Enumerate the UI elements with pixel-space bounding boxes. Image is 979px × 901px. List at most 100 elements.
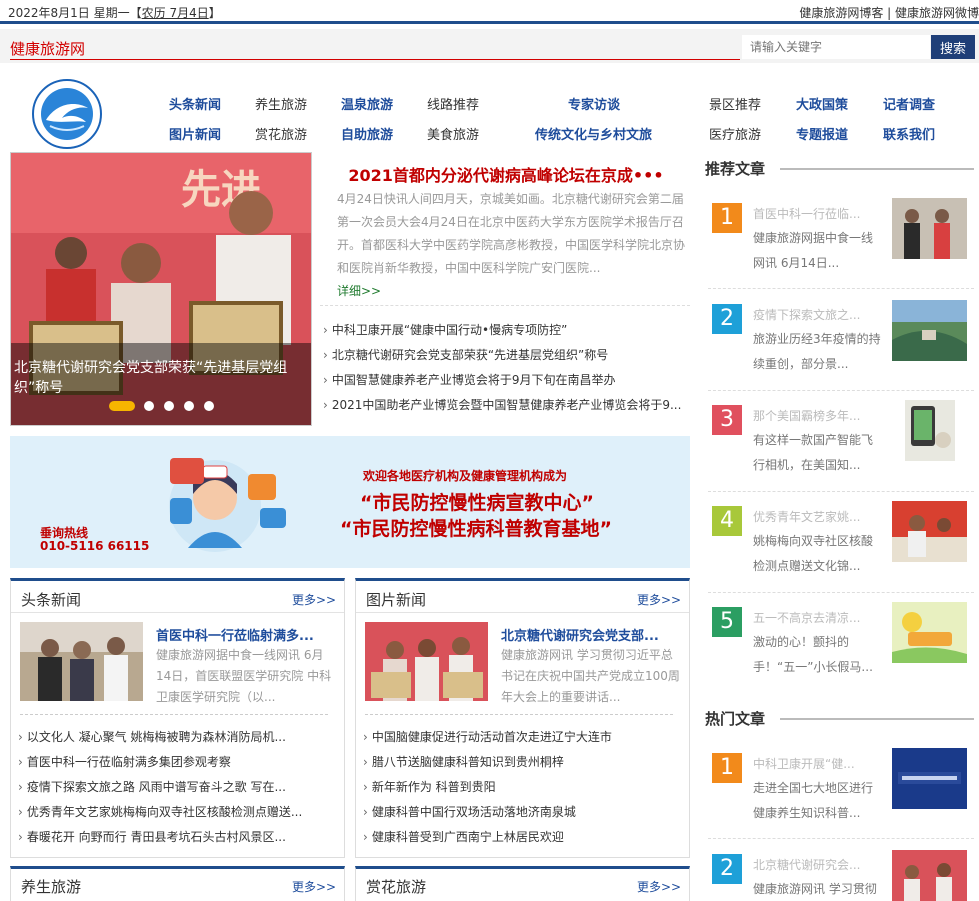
side-thumbnail[interactable] [892, 748, 967, 809]
rank-badge: 2 [712, 854, 742, 884]
list-item[interactable]: › 以文化人 凝心聚气 姚梅梅被聘为森林消防局机... [18, 728, 318, 745]
more-link[interactable]: 更多>> [637, 591, 681, 608]
arrow-icon: › [363, 730, 368, 744]
nav-zizhu[interactable]: 自助旅游 [341, 124, 393, 143]
sidebar-heading-hot: 热门文章 [705, 710, 766, 728]
side-thumbnail[interactable] [905, 400, 955, 461]
slider-dot[interactable] [184, 401, 194, 411]
divider [365, 714, 673, 715]
side-desc: 有这样一款国产智能飞行相机，在美国知... [753, 433, 874, 472]
search-button[interactable]: 搜索 [931, 35, 975, 59]
headline-title[interactable]: 2021首都内分泌代谢病高峰论坛在京成••• [323, 162, 689, 186]
arrow-icon: › [363, 805, 368, 819]
list-item[interactable]: › 健康科普中国行双场活动落地济南泉城 [363, 803, 673, 820]
list-item[interactable]: › 健康科普受到广西南宁上林居民欢迎 [363, 828, 673, 845]
feature-thumbnail[interactable] [365, 622, 488, 701]
side-title[interactable]: 五一不高京去清凉... [753, 609, 883, 626]
slide-caption[interactable]: 北京糖代谢研究会党支部荣获“先进基层党组织”称号 [14, 358, 308, 398]
divider [708, 288, 974, 289]
slider-dot[interactable] [144, 401, 154, 411]
more-link[interactable]: 更多>> [292, 591, 336, 608]
brand-underline [10, 59, 740, 60]
nav-chuantong[interactable]: 传统文化与乡村文旅 [535, 124, 652, 143]
arrow-icon: › [323, 398, 328, 412]
divider [356, 612, 689, 613]
side-thumbnail[interactable] [892, 198, 967, 259]
side-title[interactable]: 疫情下探索文旅之... [753, 306, 883, 323]
sidebar-heading-recommend: 推荐文章 [705, 160, 766, 178]
nav-jingqu[interactable]: 景区推荐 [709, 94, 761, 113]
list-item[interactable]: › 2021中国助老产业博览会暨中国智慧健康养老产业博览会将于9... [323, 396, 689, 413]
nav-lianxi[interactable]: 联系我们 [883, 124, 935, 143]
side-desc: 健康旅游网据中食一线网讯 6月14日... [753, 231, 874, 270]
list-item[interactable]: › 中国脑健康促进行动活动首次走进辽宁大连市 [363, 728, 673, 745]
list-item[interactable]: › 中科卫康开展“健康中国行动•慢病专项防控” [323, 321, 689, 338]
slider-dot-active[interactable] [109, 401, 135, 411]
rank-badge: 1 [712, 203, 742, 233]
nav-yiliao[interactable]: 医疗旅游 [709, 124, 761, 143]
nav-xianlu[interactable]: 线路推荐 [427, 94, 479, 113]
nav-wenquan[interactable]: 温泉旅游 [341, 94, 393, 113]
section-title: 头条新闻 [21, 591, 82, 609]
list-item[interactable]: › 春暖花开 向野而行 青田县考坑石头古村风景区... [18, 828, 318, 845]
list-item[interactable]: › 疫情下探索文旅之路 风雨中谱写奋斗之歌 写在... [18, 778, 318, 795]
more-link[interactable]: 更多>> [637, 878, 681, 895]
section-title: 养生旅游 [21, 878, 82, 896]
site-brand[interactable]: 健康旅游网 [10, 38, 85, 59]
banner-line-1: 欢迎各地医疗机构及健康管理机构成为 [363, 469, 568, 483]
side-thumbnail[interactable] [892, 602, 967, 663]
more-link[interactable]: 更多>> [292, 878, 336, 895]
site-logo[interactable] [24, 78, 110, 150]
side-desc: 健康旅游网讯 学习贯彻 [753, 882, 877, 896]
arrow-icon: › [363, 755, 368, 769]
search-input[interactable] [742, 35, 930, 59]
arrow-icon: › [323, 348, 328, 362]
banner-line-3: “市民防控慢性病科普教育基地” [340, 518, 612, 540]
arrow-icon: › [323, 373, 328, 387]
nav-zhuanti[interactable]: 专题报道 [796, 124, 848, 143]
nav-toutiao[interactable]: 头条新闻 [169, 94, 221, 113]
list-item[interactable]: › 优秀青年文艺家姚梅梅向双寺社区核酸检测点赠送... [18, 803, 318, 820]
side-thumbnail[interactable] [892, 300, 967, 361]
top-links[interactable]: 健康旅游网博客 | 健康旅游网微博 [799, 4, 979, 21]
side-title[interactable]: 中科卫康开展“健... [753, 755, 883, 772]
side-title[interactable]: 北京糖代谢研究会... [753, 856, 883, 873]
lunar-date-link[interactable]: 农历 7月4日 [142, 6, 209, 20]
nav-shanghua[interactable]: 赏花旅游 [255, 124, 307, 143]
feature-thumbnail[interactable] [20, 622, 143, 701]
list-item[interactable]: › 北京糖代谢研究会党支部荣获“先进基层党组织”称号 [323, 346, 689, 363]
side-thumbnail[interactable] [892, 501, 967, 562]
side-thumbnail[interactable] [892, 850, 967, 901]
side-desc: 激动的心！颤抖的手！“五一”小长假马... [753, 635, 873, 674]
arrow-icon: › [18, 830, 23, 844]
nav-zhuanjia[interactable]: 专家访谈 [568, 94, 620, 113]
section-title: 图片新闻 [366, 591, 427, 609]
list-item[interactable]: › 新年新作为 科普到贵阳 [363, 778, 673, 795]
side-title[interactable]: 优秀青年文艺家姚... [753, 508, 883, 525]
list-item[interactable]: › 中国智慧健康养老产业博览会将于9月下旬在南昌举办 [323, 371, 689, 388]
arrow-icon: › [363, 830, 368, 844]
feature-title[interactable]: 首医中科一行莅临射满多... [156, 625, 338, 644]
side-title[interactable]: 那个美国霸榜多年... [753, 407, 883, 424]
side-title[interactable]: 首医中科一行莅临... [753, 205, 883, 222]
banner-line-2: “市民防控慢性病宣教中心” [360, 492, 594, 514]
feature-desc: 健康旅游网据中食一线网讯 6月14日，首医联盟医学研究院 中科卫康医学研究院（以… [156, 648, 332, 704]
slider-dot[interactable] [164, 401, 174, 411]
side-desc: 走进全国七大地区进行健康养生知识科普... [753, 781, 874, 820]
divider [320, 305, 690, 306]
slider-dot[interactable] [204, 401, 214, 411]
arrow-icon: › [18, 805, 23, 819]
list-item[interactable]: › 首医中科一行莅临射满多集团参观考察 [18, 753, 318, 770]
date-text: 2022年8月1日 星期一【农历 7月4日】 [8, 4, 221, 21]
feature-title[interactable]: 北京糖代谢研究会党支部... [501, 625, 683, 644]
nav-jizhe[interactable]: 记者调查 [883, 94, 935, 113]
nav-yangsheng[interactable]: 养生旅游 [255, 94, 307, 113]
divider [708, 592, 974, 593]
headline-more-link[interactable]: 详细>> [337, 282, 381, 299]
nav-meishi[interactable]: 美食旅游 [427, 124, 479, 143]
list-item[interactable]: › 腊八节送脑健康科普知识到贵州桐梓 [363, 753, 673, 770]
side-desc: 姚梅梅向双寺社区核酸检测点赠送文化锦... [753, 534, 874, 573]
nav-dazheng[interactable]: 大政国策 [796, 94, 848, 113]
divider [708, 491, 974, 492]
nav-tupian[interactable]: 图片新闻 [169, 124, 221, 143]
